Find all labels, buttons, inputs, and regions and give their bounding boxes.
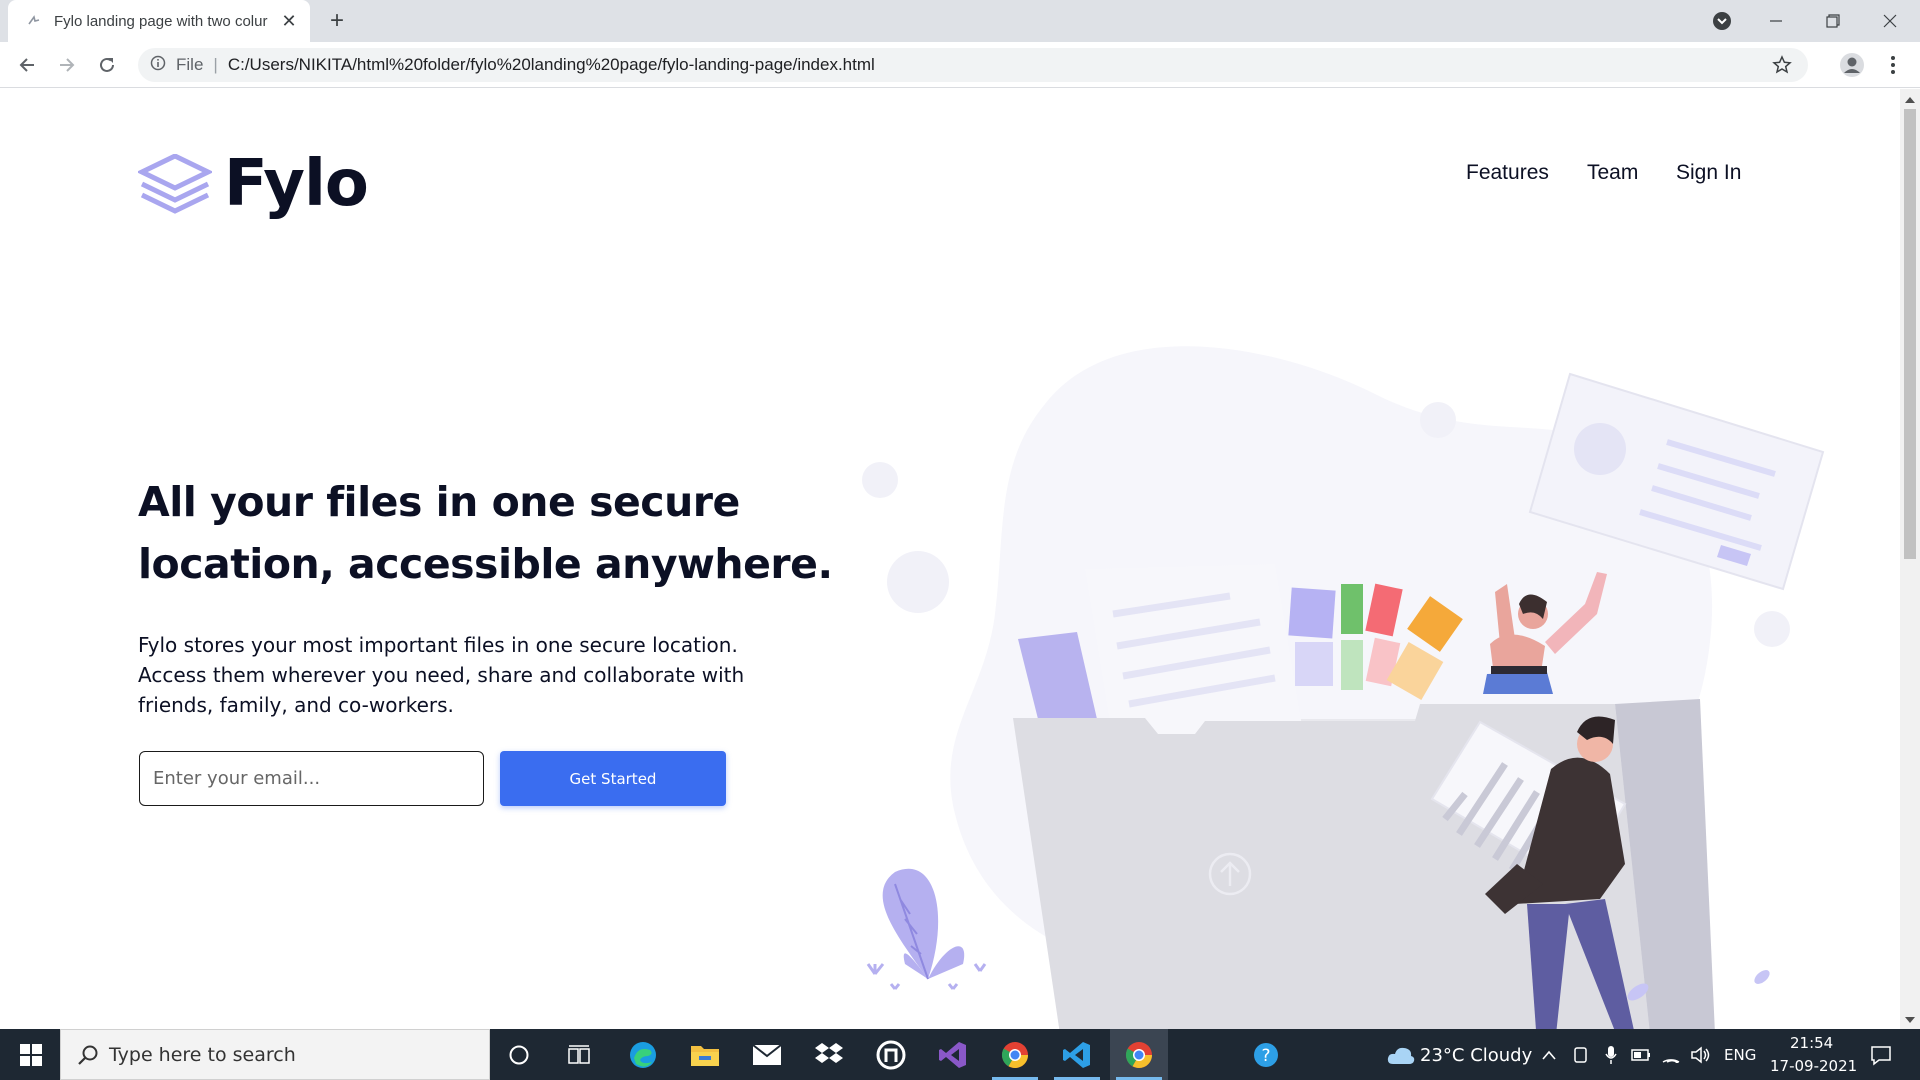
wifi-icon[interactable] [1657, 1029, 1685, 1080]
taskbar-search-placeholder: Type here to search [109, 1043, 296, 1066]
chrome-active-icon[interactable] [1110, 1029, 1168, 1080]
help-icon[interactable]: ? [1238, 1029, 1296, 1080]
app-icon[interactable] [862, 1029, 920, 1080]
browser-menu-icon[interactable] [1878, 50, 1908, 80]
hero-headline-line-2: location, accessible anywhere. [138, 540, 833, 588]
address-separator: | [213, 55, 218, 74]
forward-icon[interactable] [52, 50, 82, 80]
profile-avatar-icon[interactable] [1837, 50, 1867, 80]
fylo-logo[interactable]: Fylo [138, 147, 369, 221]
chrome-icon[interactable] [986, 1029, 1044, 1080]
microphone-icon[interactable] [1597, 1029, 1625, 1080]
visual-studio-icon[interactable] [924, 1029, 982, 1080]
new-tab-button[interactable]: + [324, 7, 350, 34]
hero-headline: All your files in one secure location, a… [138, 471, 838, 595]
page-favicon-icon [26, 13, 42, 29]
logo-wordmark: Fylo [224, 147, 369, 221]
scroll-down-arrow-icon[interactable] [1905, 1017, 1915, 1023]
taskbar-search[interactable]: Type here to search [60, 1029, 490, 1080]
language-indicator[interactable]: ENG [1724, 1046, 1756, 1064]
search-icon [77, 1044, 99, 1071]
show-hidden-icons[interactable] [1535, 1029, 1563, 1080]
browser-tab[interactable]: Fylo landing page with two colur ✕ [8, 0, 310, 42]
restore-icon[interactable] [1813, 0, 1853, 42]
close-window-icon[interactable] [1870, 0, 1910, 42]
decor-circle [1754, 611, 1790, 647]
windows-taskbar: Type here to search ? 23°C Cloudy ENG 21… [0, 1029, 1920, 1080]
svg-text:?: ? [1261, 1046, 1270, 1066]
tab-close-icon[interactable]: ✕ [278, 10, 300, 32]
cortana-icon[interactable] [490, 1029, 548, 1080]
vscode-icon[interactable] [1048, 1029, 1106, 1080]
dropbox-icon[interactable] [800, 1029, 858, 1080]
scrollbar-thumb[interactable] [1904, 109, 1916, 559]
address-url[interactable]: C:/Users/NIKITA/html%20folder/fylo%20lan… [228, 55, 875, 75]
reload-icon[interactable] [92, 50, 122, 80]
decor-circle [862, 462, 898, 498]
info-icon[interactable] [150, 55, 166, 76]
page-scrollbar[interactable] [1900, 89, 1920, 1029]
hero-illustration [862, 346, 1825, 1029]
minimize-icon[interactable] [1756, 0, 1796, 42]
hero-headline-line-1: All your files in one secure [138, 478, 740, 526]
address-bar[interactable]: File | C:/Users/NIKITA/html%20folder/fyl… [138, 48, 1808, 82]
scroll-up-arrow-icon[interactable] [1905, 97, 1915, 103]
decor-circle [887, 551, 949, 613]
back-icon[interactable] [12, 50, 42, 80]
browser-tabstrip: Fylo landing page with two colur ✕ + [0, 0, 1920, 42]
weather-text[interactable]: 23°C Cloudy [1420, 1045, 1532, 1066]
task-view-icon[interactable] [551, 1029, 609, 1080]
battery-icon[interactable] [1627, 1029, 1655, 1080]
fylo-logo-icon [138, 154, 212, 214]
tab-title: Fylo landing page with two colur [54, 12, 268, 30]
clock-date[interactable]: 17-09-2021 [1770, 1057, 1857, 1075]
page-viewport: Fylo Features Team Sign In All your file… [0, 89, 1900, 1029]
file-explorer-icon[interactable] [676, 1029, 734, 1080]
address-scheme-label: File [176, 55, 204, 74]
edge-browser-icon[interactable] [614, 1029, 672, 1080]
volume-icon[interactable] [1687, 1029, 1715, 1080]
browser-toolbar: File | C:/Users/NIKITA/html%20folder/fyl… [0, 42, 1920, 88]
nav-sign-in[interactable]: Sign In [1676, 161, 1741, 185]
bookmark-star-icon[interactable] [1772, 55, 1792, 80]
device-icon[interactable] [1567, 1029, 1595, 1080]
email-input[interactable] [139, 751, 484, 806]
tab-search-icon[interactable] [1704, 0, 1740, 42]
clock-time[interactable]: 21:54 [1790, 1034, 1833, 1052]
decor-circle [1420, 402, 1456, 438]
nav-team[interactable]: Team [1587, 161, 1638, 185]
plant-decoration [866, 868, 987, 990]
hero-description: Fylo stores your most important files in… [138, 633, 745, 717]
notifications-icon[interactable] [1852, 1029, 1910, 1080]
nav-features[interactable]: Features [1466, 161, 1549, 185]
get-started-button[interactable]: Get Started [500, 751, 726, 806]
windows-start-icon[interactable] [2, 1029, 60, 1080]
mail-icon[interactable] [738, 1029, 796, 1080]
